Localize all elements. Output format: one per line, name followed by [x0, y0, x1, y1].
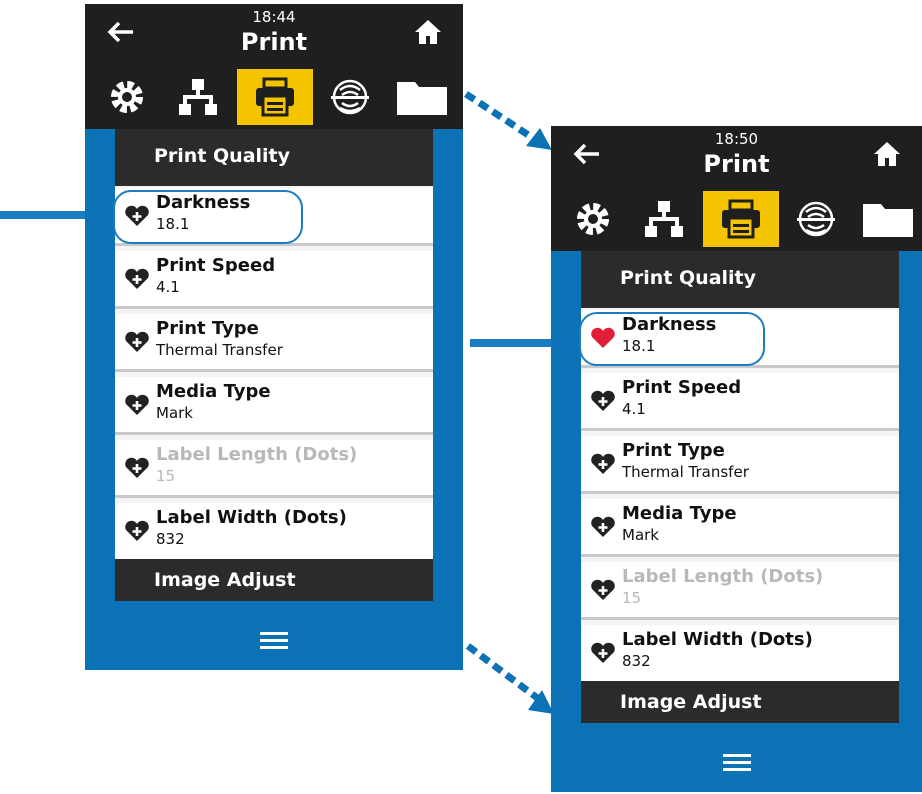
- tab-wireless[interactable]: [317, 69, 383, 125]
- list-item-label-length: Label Length (Dots) 15: [115, 440, 433, 498]
- printer-screen-before: 18:44 Print Print Quality Darkness 18.1 …: [85, 4, 463, 670]
- tab-print[interactable]: [237, 69, 313, 125]
- dashed-arrow-top: [464, 91, 552, 150]
- favorite-heart-icon[interactable]: [590, 516, 616, 538]
- home-icon[interactable]: [872, 139, 902, 169]
- item-label: Print Speed: [156, 255, 276, 276]
- list-item-print-type[interactable]: Print Type Thermal Transfer: [581, 436, 899, 494]
- list-item-print-speed[interactable]: Print Speed 4.1: [581, 373, 899, 431]
- gear-icon: [111, 81, 143, 113]
- tab-network[interactable]: [629, 191, 699, 247]
- clock: 18:44: [252, 8, 296, 26]
- item-label: Label Length (Dots): [156, 444, 358, 465]
- favorite-heart-icon[interactable]: [124, 457, 150, 479]
- printer-icon: [722, 199, 760, 239]
- tab-network[interactable]: [163, 69, 233, 125]
- item-label: Print Type: [622, 440, 725, 461]
- tab-wireless[interactable]: [783, 191, 849, 247]
- tab-print[interactable]: [703, 191, 779, 247]
- favorite-heart-icon[interactable]: [590, 453, 616, 475]
- item-value: 4.1: [156, 278, 180, 296]
- page-title: Print: [240, 28, 308, 56]
- list-item-media-type[interactable]: Media Type Mark: [115, 377, 433, 435]
- page-title: Print: [703, 150, 770, 178]
- highlight-oval: [579, 312, 765, 366]
- top-bar: 18:44 Print: [85, 4, 463, 67]
- list-item-label-width[interactable]: Label Width (Dots) 832: [115, 503, 433, 559]
- item-label: Label Length (Dots): [622, 566, 824, 587]
- top-bar: 18:50 Print: [551, 126, 922, 189]
- section-header-print-quality: Print Quality: [115, 129, 433, 186]
- folder-icon: [397, 82, 447, 115]
- list-item-media-type[interactable]: Media Type Mark: [581, 499, 899, 557]
- tab-files[interactable]: [387, 69, 457, 125]
- favorite-heart-icon[interactable]: [124, 331, 150, 353]
- section-header-print-quality: Print Quality: [581, 251, 899, 308]
- list-item-label-length: Label Length (Dots) 15: [581, 562, 899, 620]
- item-value: 4.1: [622, 400, 646, 418]
- section-header-image-adjust: Image Adjust: [581, 681, 899, 723]
- tab-files[interactable]: [853, 191, 922, 247]
- item-value: 15: [622, 589, 642, 607]
- list-item-print-speed[interactable]: Print Speed 4.1: [115, 251, 433, 309]
- clock: 18:50: [714, 130, 759, 148]
- section-header-image-adjust: Image Adjust: [115, 559, 433, 601]
- gear-icon: [577, 203, 609, 235]
- favorite-heart-icon[interactable]: [124, 394, 150, 416]
- printer-icon: [256, 77, 294, 117]
- item-value: 832: [622, 652, 651, 670]
- home-icon[interactable]: [413, 17, 443, 47]
- item-label: Media Type: [622, 503, 737, 524]
- item-label: Label Width (Dots): [156, 507, 347, 528]
- tab-bar: [85, 67, 463, 129]
- item-value: Thermal Transfer: [622, 463, 749, 481]
- item-value: Mark: [156, 404, 193, 422]
- favorite-heart-icon[interactable]: [124, 520, 150, 542]
- item-value: Thermal Transfer: [156, 341, 283, 359]
- favorite-heart-icon[interactable]: [590, 390, 616, 412]
- item-label: Label Width (Dots): [622, 629, 813, 650]
- tab-bar: [551, 189, 922, 251]
- favorite-heart-icon[interactable]: [590, 579, 616, 601]
- item-label: Print Speed: [622, 377, 742, 398]
- dashed-arrow-bottom: [465, 643, 554, 714]
- menu-icon[interactable]: [722, 754, 751, 774]
- list-item-print-type[interactable]: Print Type Thermal Transfer: [115, 314, 433, 372]
- item-value: Mark: [622, 526, 659, 544]
- wireless-icon: [797, 201, 835, 237]
- wireless-icon: [331, 79, 369, 115]
- tab-settings[interactable]: [95, 69, 159, 125]
- item-label: Media Type: [156, 381, 271, 402]
- list-item-label-width[interactable]: Label Width (Dots) 832: [581, 625, 899, 681]
- tab-settings[interactable]: [561, 191, 625, 247]
- item-label: Print Type: [156, 318, 259, 339]
- printer-screen-after: 18:50 Print Print Quality Darkness 18.1 …: [551, 126, 922, 792]
- menu-icon[interactable]: [260, 632, 288, 652]
- highlight-oval: [113, 190, 303, 244]
- favorite-heart-icon[interactable]: [590, 642, 616, 664]
- item-value: 15: [156, 467, 176, 485]
- item-value: 832: [156, 530, 185, 548]
- network-icon: [179, 79, 217, 115]
- favorite-heart-icon[interactable]: [124, 268, 150, 290]
- folder-icon: [862, 204, 913, 237]
- network-icon: [645, 201, 683, 237]
